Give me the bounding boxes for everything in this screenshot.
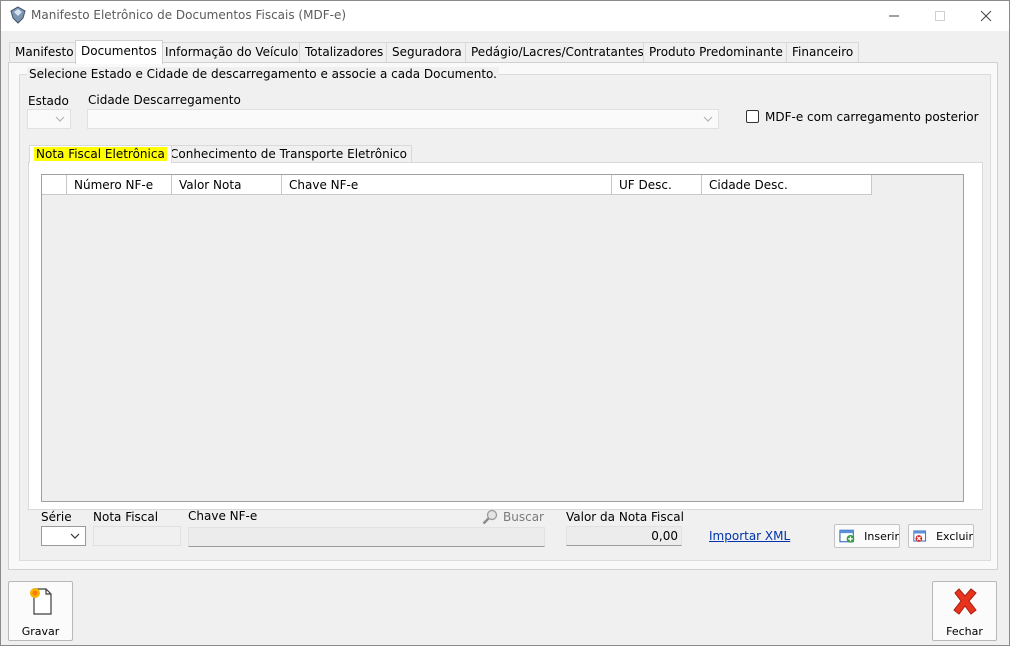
inserir-button[interactable]: Inserir bbox=[834, 524, 900, 548]
tab-totalizadores[interactable]: Totalizadores bbox=[299, 42, 390, 62]
grid-col-numero-nfe[interactable]: Número NF-e bbox=[67, 175, 172, 195]
tab-manifesto[interactable]: Manifesto bbox=[9, 42, 80, 62]
grid-header: Número NF-e Valor Nota Chave NF-e UF Des… bbox=[42, 175, 872, 195]
tab-informacao-veiculo[interactable]: Informação do Veículo bbox=[159, 42, 305, 62]
grid-col-chave-nfe[interactable]: Chave NF-e bbox=[282, 175, 612, 195]
cidade-select[interactable] bbox=[87, 109, 719, 129]
cidade-label: Cidade Descarregamento bbox=[88, 93, 241, 107]
tab-nota-fiscal-eletronica-label: Nota Fiscal Eletrônica bbox=[34, 147, 167, 161]
nota-fiscal-label: Nota Fiscal bbox=[93, 510, 159, 524]
tab-produto-predominante[interactable]: Produto Predominante bbox=[643, 42, 789, 62]
magnifier-icon bbox=[482, 509, 498, 525]
serie-select[interactable] bbox=[41, 526, 86, 546]
close-icon bbox=[980, 10, 992, 22]
grid-col-valor-nota[interactable]: Valor Nota bbox=[172, 175, 282, 195]
nfe-grid[interactable]: Número NF-e Valor Nota Chave NF-e UF Des… bbox=[41, 174, 964, 502]
tab-seguradora[interactable]: Seguradora bbox=[386, 42, 468, 62]
chevron-down-icon bbox=[703, 116, 713, 122]
insert-row-icon bbox=[839, 529, 855, 543]
grid-col-uf-desc[interactable]: UF Desc. bbox=[612, 175, 702, 195]
carregamento-posterior-label: MDF-e com carregamento posterior bbox=[765, 110, 979, 124]
mdfe-window: Manifesto Eletrônico de Documentos Fisca… bbox=[0, 0, 1010, 646]
close-button[interactable] bbox=[963, 1, 1009, 31]
group-caption: Selecione Estado e Cidade de descarregam… bbox=[27, 67, 499, 81]
buscar-button[interactable]: Buscar bbox=[482, 509, 544, 525]
excluir-label: Excluir bbox=[936, 529, 973, 543]
excluir-button[interactable]: Excluir bbox=[908, 524, 974, 548]
fechar-button[interactable]: Fechar bbox=[932, 581, 997, 641]
grid-col-cidade-desc[interactable]: Cidade Desc. bbox=[702, 175, 872, 195]
serie-label: Série bbox=[41, 510, 72, 524]
tab-financeiro[interactable]: Financeiro bbox=[786, 42, 860, 62]
grid-col-indicator[interactable] bbox=[42, 175, 67, 195]
window-title: Manifesto Eletrônico de Documentos Fisca… bbox=[31, 8, 347, 22]
red-x-icon bbox=[952, 588, 977, 615]
chave-nfe-label: Chave NF-e bbox=[188, 509, 258, 523]
inserir-label: Inserir bbox=[864, 529, 899, 543]
maximize-button[interactable] bbox=[917, 1, 963, 31]
nota-fiscal-input[interactable] bbox=[93, 526, 181, 546]
maximize-icon bbox=[935, 11, 945, 21]
carregamento-posterior-checkbox[interactable] bbox=[746, 110, 759, 123]
chevron-down-icon bbox=[55, 116, 65, 122]
estado-select[interactable] bbox=[27, 109, 71, 129]
app-icon bbox=[10, 6, 26, 24]
delete-row-icon bbox=[913, 530, 927, 542]
chave-nfe-input[interactable] bbox=[188, 527, 545, 547]
minimize-icon bbox=[889, 15, 899, 17]
fechar-label: Fechar bbox=[946, 625, 983, 638]
buscar-label: Buscar bbox=[503, 510, 544, 524]
tab-pedagio-lacres-contratantes[interactable]: Pedágio/Lacres/Contratantes bbox=[465, 42, 650, 62]
tab-conhecimento-transporte[interactable]: Conhecimento de Transporte Eletrônico bbox=[165, 145, 412, 163]
tab-documentos[interactable]: Documentos bbox=[75, 40, 163, 64]
importar-xml-link[interactable]: Importar XML bbox=[709, 529, 790, 543]
estado-label: Estado bbox=[28, 94, 69, 108]
gravar-button[interactable]: Gravar bbox=[8, 581, 73, 641]
new-document-icon bbox=[29, 588, 52, 615]
title-bar[interactable]: Manifesto Eletrônico de Documentos Fisca… bbox=[1, 1, 1009, 31]
tab-nota-fiscal-eletronica[interactable]: Nota Fiscal Eletrônica bbox=[29, 145, 172, 163]
minimize-button[interactable] bbox=[871, 1, 917, 31]
valor-nota-label: Valor da Nota Fiscal bbox=[566, 510, 684, 524]
chevron-down-icon bbox=[70, 533, 80, 539]
valor-nota-input[interactable]: 0,00 bbox=[566, 526, 682, 546]
gravar-label: Gravar bbox=[21, 625, 60, 638]
